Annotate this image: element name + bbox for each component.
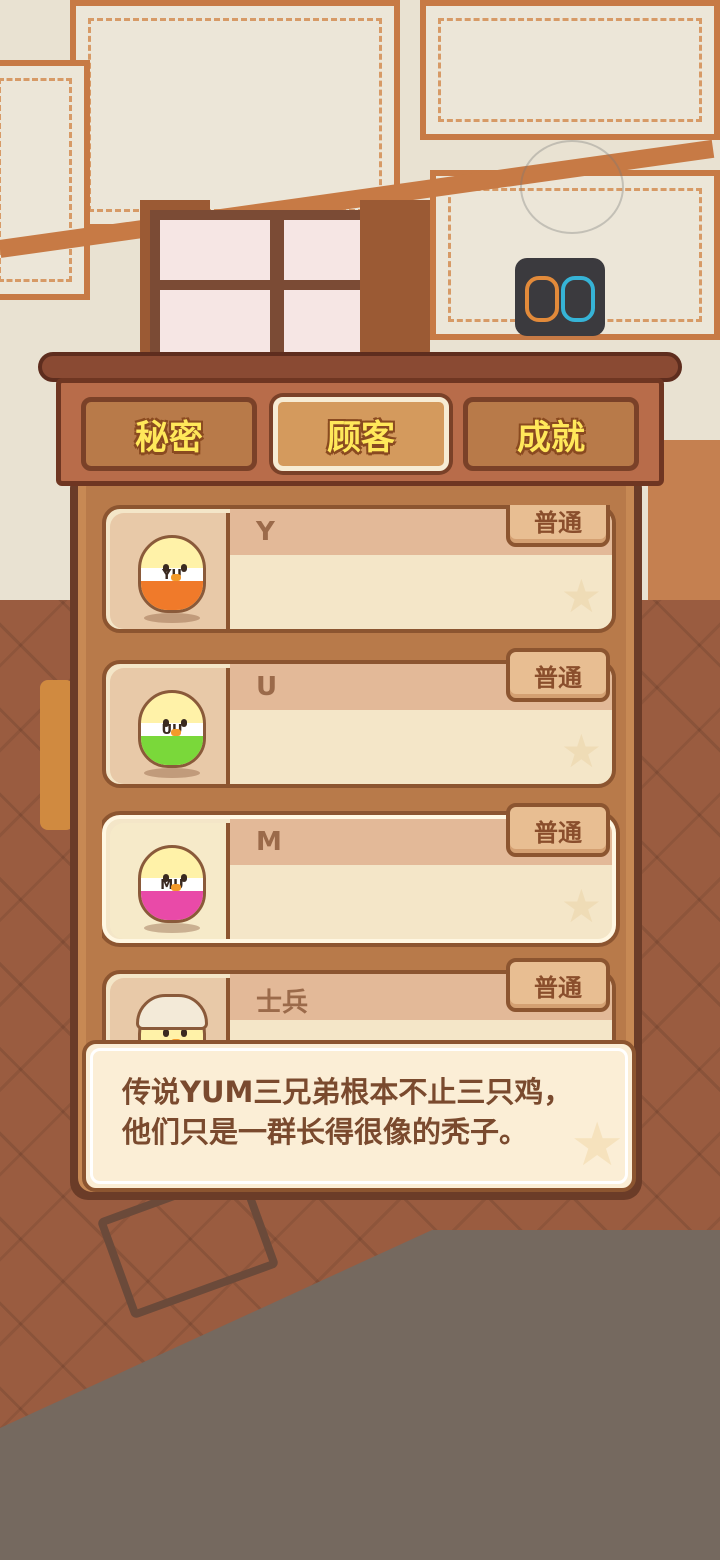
chick-icon: UU — [134, 690, 210, 778]
portrait: MU — [110, 823, 230, 939]
wall-panel — [420, 0, 720, 140]
customer-name: U — [256, 672, 278, 702]
rarity-label: 普通 — [534, 508, 582, 537]
wall-panel — [0, 60, 90, 300]
rarity-label: 普通 — [534, 973, 582, 1002]
rarity-badge: 普通 — [506, 648, 610, 702]
description-box: 传说YUM三兄弟根本不止三只鸡， 他们只是一群长得很像的秃子。 ★ — [82, 1040, 636, 1192]
tab-customers[interactable]: 顾客 — [273, 397, 449, 471]
chick-icon: YU — [134, 535, 210, 623]
tab-secrets-label: 秘密 — [135, 417, 203, 458]
description-line: 传说YUM三兄弟根本不止三只鸡， — [122, 1075, 573, 1109]
customer-list[interactable]: Y YU ★ 普通 U — [102, 505, 622, 1040]
trash-bin — [40, 680, 74, 830]
customer-card[interactable]: U UU ★ 普通 — [102, 648, 616, 788]
star-icon: ★ — [570, 1110, 624, 1180]
chick-icon: MU — [134, 845, 210, 933]
tab-secrets[interactable]: 秘密 — [81, 397, 257, 471]
tab-achievements-label: 成就 — [517, 417, 585, 458]
customer-name: M — [256, 827, 282, 857]
customer-card-selected[interactable]: M MU ★ 普通 — [102, 803, 616, 943]
rarity-label: 普通 — [534, 663, 582, 692]
speaker — [515, 258, 605, 336]
description-text: 传说YUM三兄弟根本不止三只鸡， 他们只是一群长得很像的秃子。 — [122, 1072, 612, 1152]
portrait — [110, 978, 230, 1040]
spider-web — [520, 140, 624, 234]
rarity-badge: 普通 — [506, 958, 610, 1012]
customer-name: 士兵 — [256, 988, 309, 1018]
rarity-badge: 普通 — [506, 803, 610, 857]
rarity-label: 普通 — [534, 818, 582, 847]
star-icon: ★ — [560, 879, 602, 933]
soldier-chick-icon — [134, 994, 210, 1040]
helmet-icon — [136, 994, 208, 1030]
customer-card[interactable]: Y YU ★ 普通 — [102, 505, 616, 633]
description-line: 他们只是一群长得很像的秃子。 — [122, 1115, 529, 1149]
star-icon: ★ — [560, 724, 602, 778]
tab-achievements[interactable]: 成就 — [463, 397, 639, 471]
window-bar — [270, 220, 284, 360]
customer-card[interactable]: 士兵 普通 — [102, 958, 616, 1040]
portrait: YU — [110, 513, 230, 629]
star-icon: ★ — [560, 569, 602, 623]
customer-name: Y — [256, 517, 275, 547]
tab-bar: 秘密 顾客 成就 — [56, 378, 664, 486]
rarity-badge: 普通 — [506, 505, 610, 547]
portrait: UU — [110, 668, 230, 784]
window-bar — [160, 280, 390, 290]
tab-customers-label: 顾客 — [327, 417, 395, 458]
